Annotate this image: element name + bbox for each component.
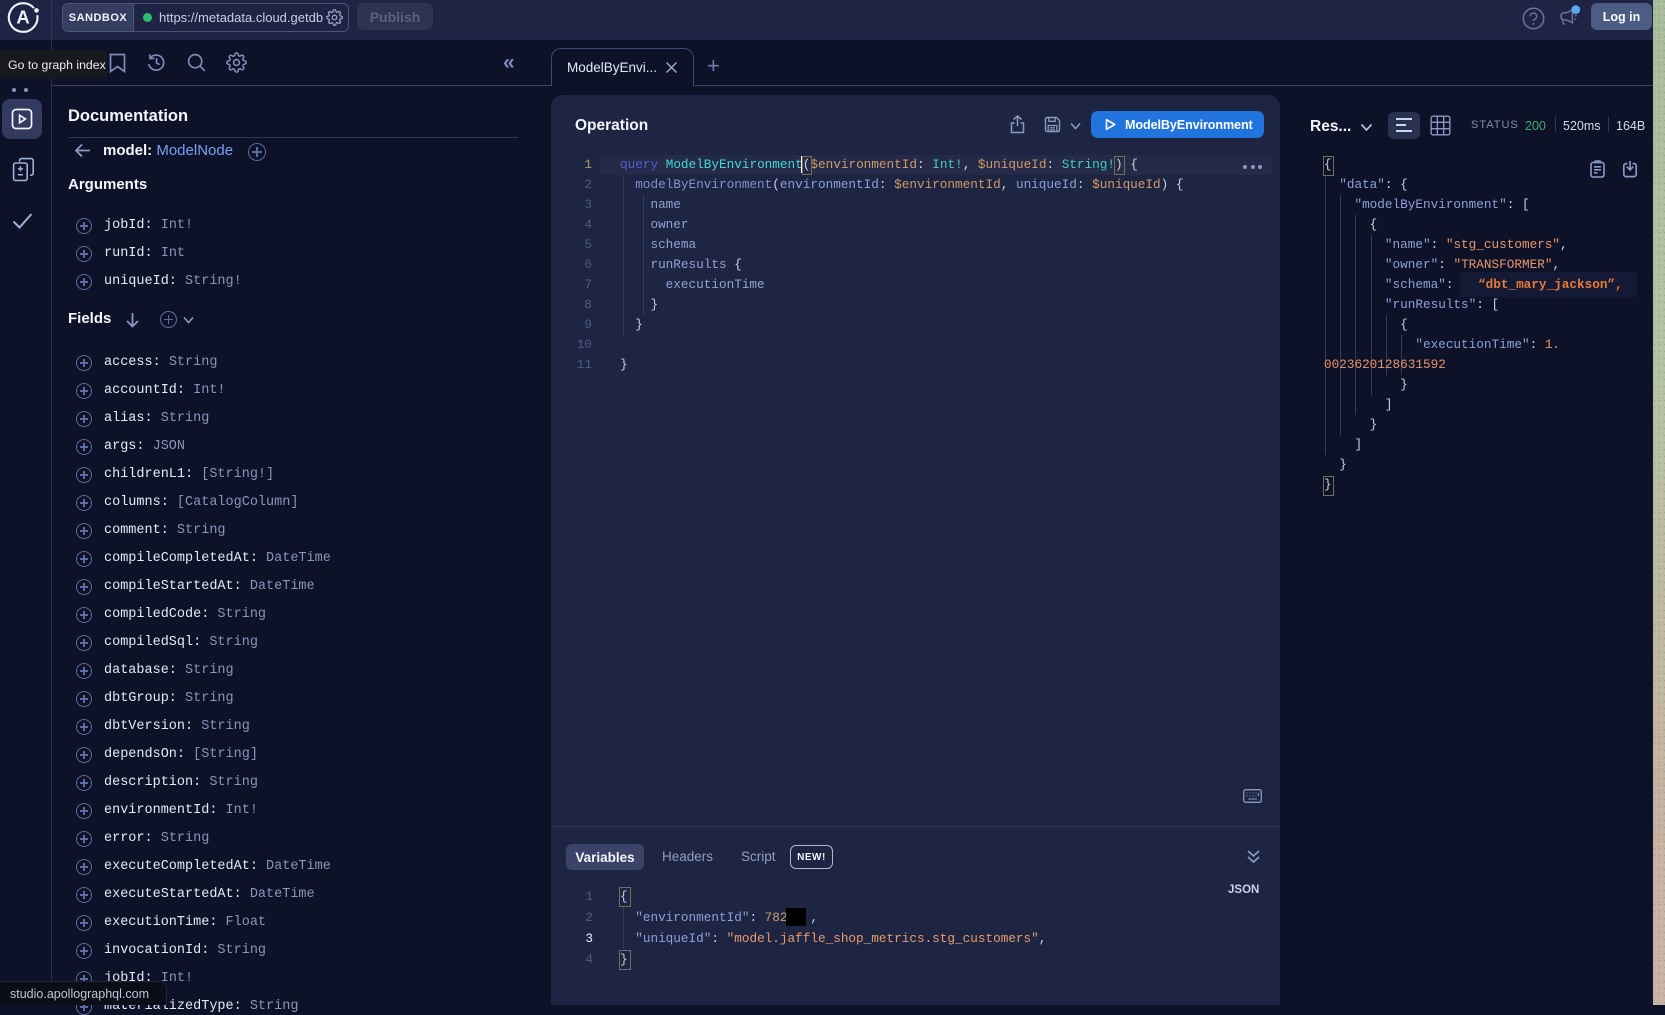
svg-text:A: A: [16, 7, 29, 28]
